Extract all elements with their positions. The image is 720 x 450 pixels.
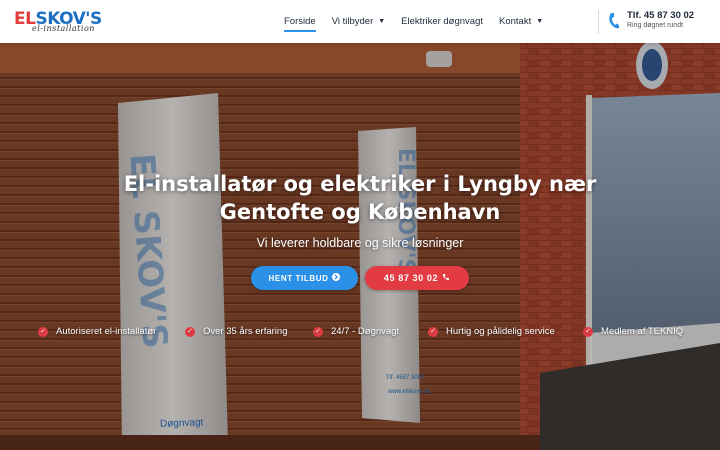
- feature-item: ✓ Autoriseret el-installatør: [38, 326, 156, 337]
- check-circle-icon: ✓: [185, 326, 195, 337]
- arrow-right-circle-icon: [332, 273, 341, 283]
- feature-list: ✓ Autoriseret el-installatør ✓ Over 35 å…: [0, 326, 720, 340]
- feature-item: ✓ Hurtig og pålidelig service: [428, 326, 555, 337]
- nav-item-kontakt[interactable]: Kontakt ▼: [499, 0, 543, 43]
- nav-item-forside[interactable]: Forside: [284, 0, 316, 43]
- feature-item: ✓ Over 35 års erfaring: [185, 326, 287, 337]
- header-phone-sub: Ring døgnet rundt: [627, 22, 684, 29]
- check-circle-icon: ✓: [313, 326, 323, 337]
- logo-script: el-installation: [32, 24, 95, 33]
- get-quote-button[interactable]: HENT TILBUD: [251, 266, 358, 290]
- check-circle-icon: ✓: [583, 326, 593, 337]
- header-contact[interactable]: Tlf. 45 87 30 02 Ring døgnet rundt: [598, 10, 712, 34]
- nav-item-vi-tilbyder[interactable]: Vi tilbyder ▼: [332, 0, 385, 43]
- nav-item-elektriker-dognvagt[interactable]: Elektriker døgnvagt: [401, 0, 483, 43]
- hero-subtitle: Vi leverer holdbare og sikre løsninger: [256, 236, 464, 250]
- header-phone: Tlf. 45 87 30 02: [627, 10, 695, 21]
- divider: [598, 10, 599, 34]
- check-circle-icon: ✓: [428, 326, 438, 337]
- call-button[interactable]: 45 87 30 02: [365, 266, 469, 290]
- feature-item: ✓ 24/7 - Døgnvagt: [313, 326, 399, 337]
- site-header: ELSKOV'S el-installation Forside Vi tilb…: [0, 0, 720, 43]
- main-nav: Forside Vi tilbyder ▼ Elektriker døgnvag…: [284, 0, 559, 43]
- phone-icon: [442, 273, 450, 283]
- feature-item: ✓ Medlem af TEKNIQ: [583, 326, 683, 337]
- chevron-down-icon: ▼: [536, 18, 544, 25]
- phone-icon: [608, 12, 622, 30]
- chevron-down-icon: ▼: [378, 18, 386, 25]
- hero-section: EL SKOV'S EL SKOV'S Døgnvagt Tlf. 4587 3…: [0, 43, 720, 450]
- hero-title: El-installatør og elektriker i Lyngby næ…: [123, 172, 597, 224]
- logo[interactable]: ELSKOV'S el-installation: [14, 9, 106, 33]
- check-circle-icon: ✓: [38, 326, 48, 337]
